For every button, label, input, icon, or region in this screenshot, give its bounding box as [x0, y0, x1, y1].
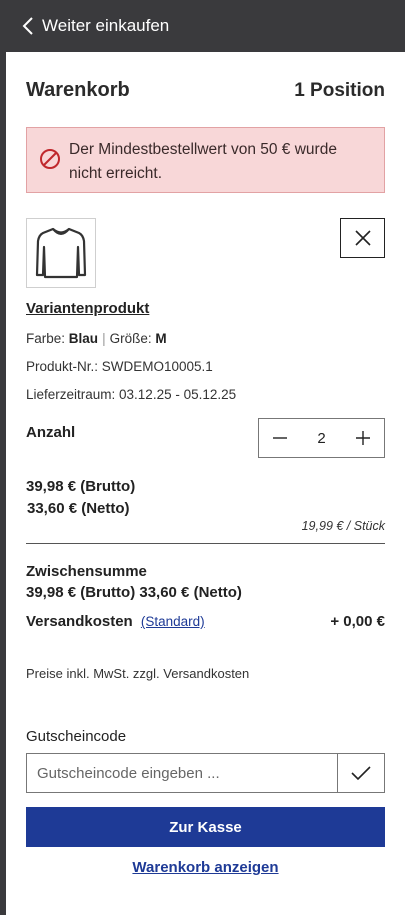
tax-note: Preise inkl. MwSt. zzgl. Versandkosten: [26, 666, 250, 681]
cart-header: Warenkorb 1 Position: [26, 52, 385, 102]
check-icon: [351, 766, 371, 781]
coupon-label: Gutscheincode: [26, 728, 127, 745]
quantity-row: Anzahl 2: [26, 418, 385, 458]
shipping-row: Versandkosten (Standard) + 0,00 €: [26, 613, 385, 630]
cart-panel: Warenkorb 1 Position Der Mindestbestellw…: [6, 52, 405, 915]
line-item-header: [26, 218, 385, 288]
quantity-stepper[interactable]: 2: [258, 418, 385, 458]
variant-info: Farbe: Blau | Größe: M: [26, 331, 385, 346]
product-name-link[interactable]: Variantenprodukt: [26, 300, 385, 317]
offcanvas-header[interactable]: Weiter einkaufen: [6, 0, 405, 52]
cart-title: Warenkorb: [26, 79, 130, 101]
position-count: 1 Position: [294, 80, 385, 101]
continue-shopping-link[interactable]: Weiter einkaufen: [42, 16, 169, 36]
coupon-submit-button[interactable]: [337, 753, 385, 793]
plus-icon: [356, 431, 370, 445]
separator: |: [102, 331, 106, 346]
shirt-icon: [35, 227, 87, 279]
coupon-form: [26, 753, 385, 793]
minus-icon: [273, 437, 287, 439]
forbidden-icon: [40, 149, 60, 169]
color-value: Blau: [68, 331, 99, 346]
size-value: M: [155, 331, 167, 346]
product-number: Produkt-Nr.: SWDEMO10005.1: [26, 359, 213, 374]
color-label: Farbe:: [26, 331, 66, 346]
product-image[interactable]: [26, 218, 96, 288]
chevron-left-icon: [22, 17, 33, 35]
unit-price: 19,99 € / Stück: [301, 519, 385, 533]
divider: [26, 543, 385, 544]
coupon-input[interactable]: [26, 753, 337, 793]
shipping-label: Versandkosten: [26, 613, 133, 630]
subtotal-label: Zwischensumme: [26, 563, 147, 580]
min-order-alert: Der Mindestbestellwert von 50 € wurde ni…: [26, 127, 385, 193]
subtotal-value: 39,98 € (Brutto) 33,60 € (Netto): [26, 584, 242, 601]
delivery-period: Lieferzeitraum: 03.12.25 - 05.12.25: [26, 387, 237, 402]
remove-item-button[interactable]: [340, 218, 385, 258]
shipping-value: + 0,00 €: [330, 613, 385, 630]
size-label: Größe:: [109, 331, 152, 346]
item-price-brutto: 39,98 € (Brutto): [26, 478, 136, 495]
checkout-button[interactable]: Zur Kasse: [26, 807, 385, 847]
view-cart-link[interactable]: Warenkorb anzeigen: [26, 859, 385, 876]
quantity-value[interactable]: 2: [317, 430, 325, 447]
shipping-method-link[interactable]: (Standard): [141, 614, 205, 629]
alert-text: Der Mindestbestellwert von 50 € wurde ni…: [69, 141, 337, 182]
quantity-label: Anzahl: [26, 424, 76, 441]
increase-quantity-button[interactable]: [352, 427, 374, 449]
item-price-netto: 33,60 € (Netto): [27, 500, 130, 517]
decrease-quantity-button[interactable]: [269, 427, 291, 449]
close-icon: [354, 230, 371, 246]
